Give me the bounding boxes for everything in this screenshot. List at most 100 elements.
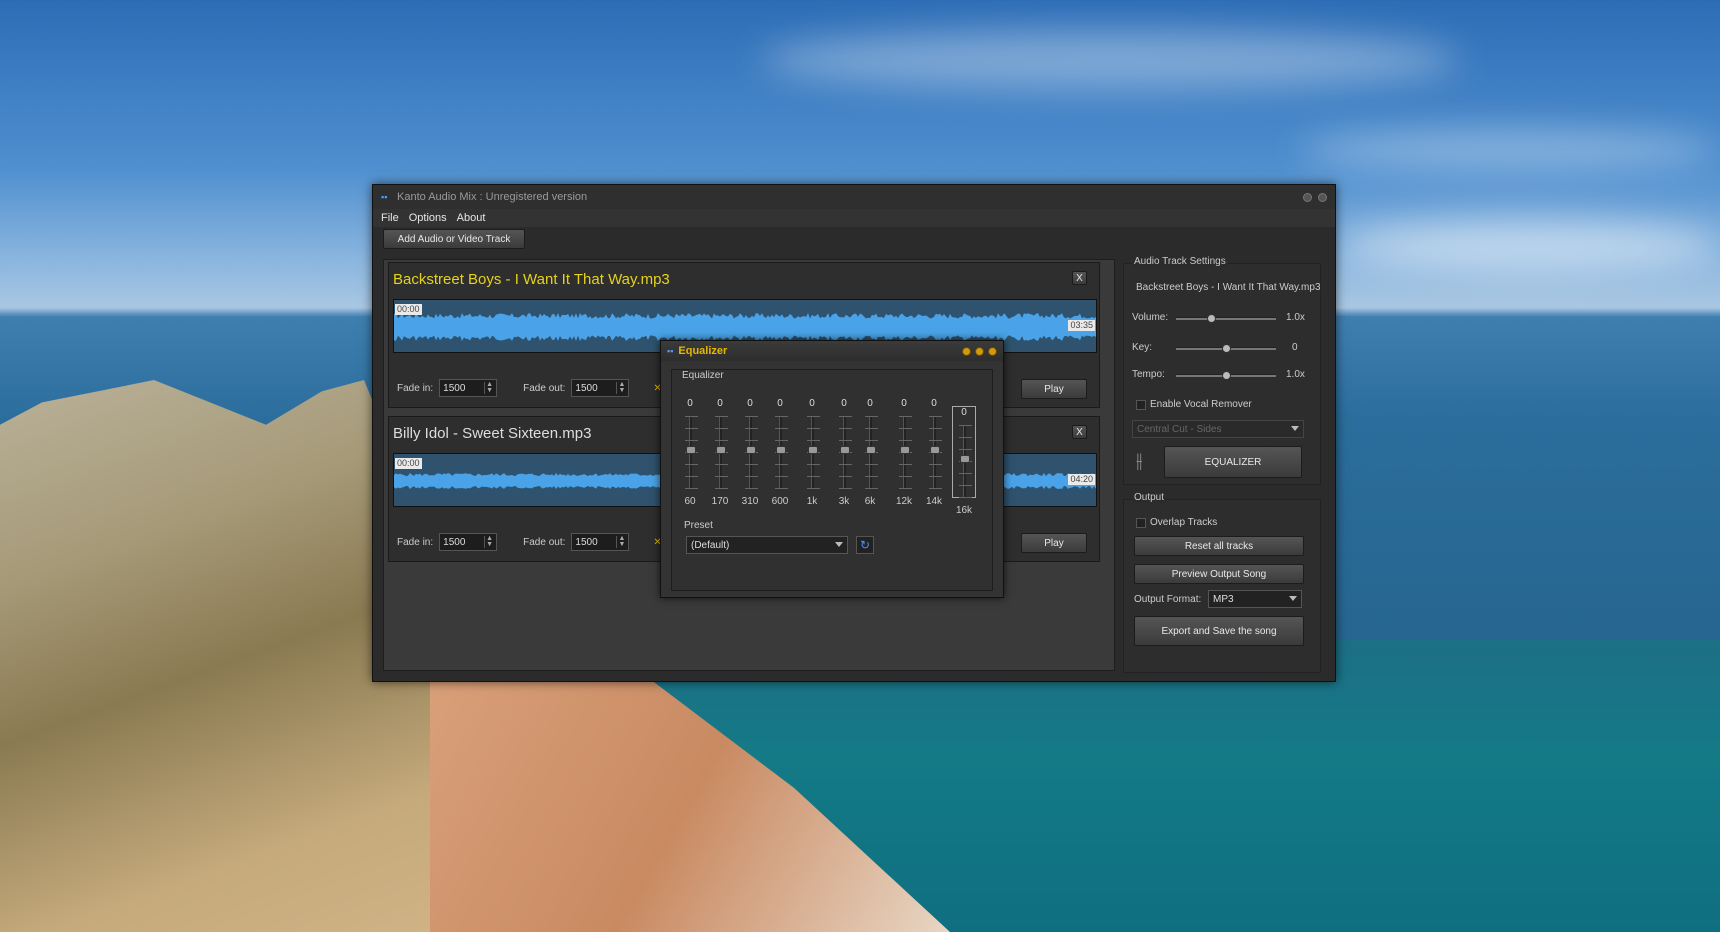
overlap-checkbox[interactable] xyxy=(1136,518,1146,528)
refresh-icon[interactable]: ↻ xyxy=(856,536,874,554)
tempo-value: 1.0x xyxy=(1286,369,1305,380)
band-knob[interactable] xyxy=(865,446,876,454)
fade-out-input[interactable]: 1500 ▲ ▼ xyxy=(571,533,630,551)
equalizer-icon: ⫲ xyxy=(1136,450,1143,472)
minimize-button[interactable] xyxy=(1303,192,1312,202)
band-value: 0 xyxy=(931,398,937,409)
overlap-label: Overlap Tracks xyxy=(1150,517,1218,528)
band-slider[interactable] xyxy=(928,416,942,489)
close-window-button[interactable] xyxy=(1318,192,1327,202)
track-name: Backstreet Boys - I Want It That Way.mp3 xyxy=(393,271,670,288)
fade-out-label: Fade out: xyxy=(523,382,566,394)
remove-track-button[interactable]: X xyxy=(1072,425,1087,439)
band-knob[interactable] xyxy=(807,446,818,454)
eq-band: 0 310 xyxy=(738,398,762,507)
band-frequency: 310 xyxy=(741,496,759,507)
key-slider[interactable] xyxy=(1176,344,1276,353)
volume-label: Volume: xyxy=(1132,312,1169,323)
fade-out-label: Fade out: xyxy=(523,536,566,548)
preset-select[interactable]: (Default) xyxy=(686,536,848,554)
menu-about[interactable]: About xyxy=(457,212,486,224)
band-slider[interactable] xyxy=(806,416,820,489)
band-slider[interactable] xyxy=(864,416,878,489)
eq-close-button[interactable] xyxy=(988,346,997,356)
sky-cloud xyxy=(760,30,1460,90)
band-knob[interactable] xyxy=(839,446,850,454)
band-frequency: 14k xyxy=(925,496,943,507)
vocal-remover-label: Enable Vocal Remover xyxy=(1150,399,1252,410)
band-knob[interactable] xyxy=(745,446,756,454)
app-icon: ▪▪ xyxy=(667,346,674,356)
band-knob[interactable] xyxy=(929,446,940,454)
sky-cloud xyxy=(1300,130,1720,170)
end-time: 04:20 xyxy=(1068,474,1095,485)
band-value: 0 xyxy=(841,398,847,409)
band-knob[interactable] xyxy=(959,455,970,463)
fade-in-input[interactable]: 1500 ▲ ▼ xyxy=(439,533,498,551)
band-slider[interactable] xyxy=(774,416,788,489)
eq-maximize-button[interactable] xyxy=(975,346,984,356)
menu-bar: File Options About xyxy=(373,209,1335,227)
tempo-label: Tempo: xyxy=(1132,369,1165,380)
band-knob[interactable] xyxy=(715,446,726,454)
eq-band: 0 1k xyxy=(800,398,824,507)
title-bar: ▪▪ Kanto Audio Mix : Unregistered versio… xyxy=(373,185,1335,209)
settings-title: Audio Track Settings xyxy=(1132,256,1228,267)
output-format-select[interactable]: MP3 xyxy=(1208,590,1302,608)
eq-band: 0 600 xyxy=(768,398,792,507)
band-frequency: 600 xyxy=(771,496,789,507)
remove-track-button[interactable]: X xyxy=(1072,271,1087,285)
eq-band: 0 170 xyxy=(708,398,732,507)
equalizer-dialog: ▪▪ Equalizer Equalizer 0 60 0 170 0 310 0 600 0 1… xyxy=(660,340,1004,598)
app-icon: ▪▪ xyxy=(381,192,388,202)
eq-band: 0 14k xyxy=(922,398,946,507)
menu-options[interactable]: Options xyxy=(409,212,447,224)
band-value: 0 xyxy=(687,398,693,409)
key-value: 0 xyxy=(1292,342,1298,353)
band-value: 0 xyxy=(717,398,723,409)
band-knob[interactable] xyxy=(899,446,910,454)
tempo-slider[interactable] xyxy=(1176,371,1276,380)
band-slider[interactable] xyxy=(744,416,758,489)
band-slider[interactable] xyxy=(958,425,972,498)
band-frequency: 6k xyxy=(864,496,876,507)
play-button[interactable]: Play xyxy=(1021,533,1087,553)
band-frequency: 60 xyxy=(684,496,696,507)
band-frequency: 16k xyxy=(955,505,973,516)
band-slider[interactable] xyxy=(714,416,728,489)
add-track-button[interactable]: Add Audio or Video Track xyxy=(383,229,525,249)
fade-in-label: Fade in: xyxy=(397,536,434,548)
track-name: Billy Idol - Sweet Sixteen.mp3 xyxy=(393,425,592,442)
band-slider[interactable] xyxy=(838,416,852,489)
reset-all-button[interactable]: Reset all tracks xyxy=(1134,536,1304,556)
menu-file[interactable]: File xyxy=(381,212,399,224)
key-label: Key: xyxy=(1132,342,1153,353)
band-frequency: 12k xyxy=(895,496,913,507)
export-save-button[interactable]: Export and Save the song xyxy=(1134,616,1304,646)
play-button[interactable]: Play xyxy=(1021,379,1087,399)
vocal-remover-checkbox[interactable] xyxy=(1136,400,1146,410)
equalizer-group: Equalizer 0 60 0 170 0 310 0 600 0 1k 0 3k 0 6k 0 12k 0 1… xyxy=(671,369,993,591)
preview-output-button[interactable]: Preview Output Song xyxy=(1134,564,1304,584)
band-value: 0 xyxy=(777,398,783,409)
band-value: 0 xyxy=(961,407,967,418)
fade-out-input[interactable]: 1500 ▲ ▼ xyxy=(571,379,630,397)
fade-in-label: Fade in: xyxy=(397,382,434,394)
equalizer-group-title: Equalizer xyxy=(680,370,726,381)
band-knob[interactable] xyxy=(685,446,696,454)
vocal-mode-select[interactable]: Central Cut - Sides xyxy=(1132,420,1304,438)
fade-in-input[interactable]: 1500 ▲ ▼ xyxy=(439,379,498,397)
eq-band: 0 60 xyxy=(678,398,702,507)
equalizer-button[interactable]: EQUALIZER xyxy=(1164,446,1302,478)
volume-slider[interactable] xyxy=(1176,314,1276,323)
window-title: Kanto Audio Mix : Unregistered version xyxy=(397,191,588,203)
band-slider[interactable] xyxy=(684,416,698,489)
band-slider[interactable] xyxy=(898,416,912,489)
eq-band: 0 12k xyxy=(892,398,916,507)
end-time: 03:35 xyxy=(1068,320,1095,331)
equalizer-title-bar: ▪▪ Equalizer xyxy=(661,341,1003,361)
band-knob[interactable] xyxy=(775,446,786,454)
eq-minimize-button[interactable] xyxy=(962,346,971,356)
selected-track-name: Backstreet Boys - I Want It That Way.mp3 xyxy=(1136,282,1321,293)
start-time: 00:00 xyxy=(395,458,422,469)
